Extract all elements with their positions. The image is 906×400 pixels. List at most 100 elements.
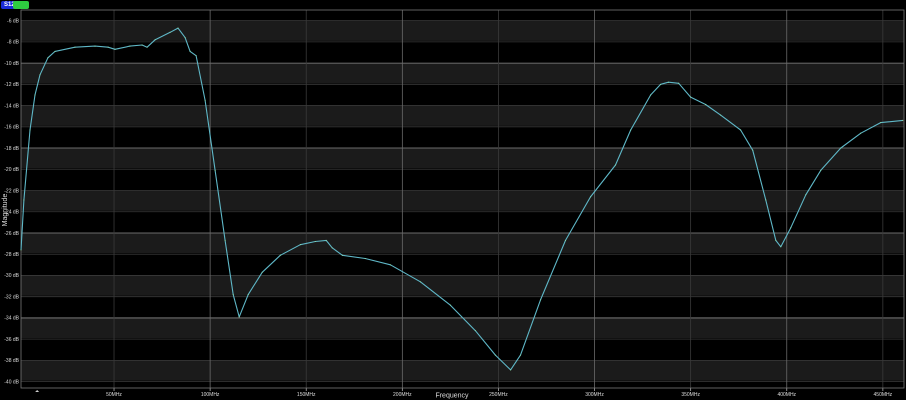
data-point <box>54 50 56 52</box>
data-point <box>247 294 249 296</box>
data-point <box>177 27 179 29</box>
data-point <box>805 194 807 196</box>
data-point <box>590 196 592 198</box>
y-tick-label: -36 dB <box>4 337 19 343</box>
grid-band <box>21 148 904 169</box>
data-point <box>840 147 842 149</box>
x-tick-label: 100MHz <box>201 392 220 398</box>
data-point <box>107 46 109 48</box>
y-tick-label: -40 dB <box>4 379 19 385</box>
data-point <box>474 330 476 332</box>
y-tick-label: -10 dB <box>4 61 19 67</box>
data-point <box>765 199 767 201</box>
data-point <box>34 94 36 96</box>
data-point <box>169 31 171 33</box>
data-point <box>650 94 652 96</box>
data-point <box>279 254 281 256</box>
data-point <box>195 55 197 57</box>
y-axis-label: Magnitude <box>2 194 9 227</box>
grid-band <box>21 275 904 296</box>
data-point <box>20 249 22 251</box>
data-point <box>204 99 206 101</box>
data-point <box>129 45 131 47</box>
y-tick-label: -34 dB <box>4 316 19 322</box>
data-point <box>614 164 616 166</box>
y-tick-label: -6 dB <box>7 18 20 24</box>
grid-band <box>21 190 904 211</box>
data-point <box>238 316 240 318</box>
y-tick-label: -16 dB <box>4 125 19 131</box>
data-point <box>39 74 41 76</box>
data-point <box>389 264 391 266</box>
chart: -6 dB -8 dB -10 dB -12 dB -14 dB -16 dB -18 dB… <box>2 9 905 400</box>
data-point <box>299 244 301 246</box>
data-point <box>510 369 512 371</box>
data-point <box>331 247 333 249</box>
data-point <box>678 82 680 84</box>
data-point <box>419 281 421 283</box>
x-tick-label: 300MHz <box>585 392 604 398</box>
data-point <box>261 271 263 273</box>
data-point <box>565 239 567 241</box>
y-tick-label: -12 dB <box>4 82 19 88</box>
data-point <box>184 37 186 39</box>
data-point <box>720 114 722 116</box>
grid-band <box>21 232 904 254</box>
data-point <box>630 129 632 131</box>
y-tick-label: -20 dB <box>4 167 19 173</box>
data-point <box>232 294 234 296</box>
y-tick-label: -38 dB <box>4 358 19 364</box>
data-point <box>740 129 742 131</box>
data-point <box>214 169 216 171</box>
data-point <box>880 122 882 124</box>
data-point <box>314 240 316 242</box>
data-point <box>114 48 116 50</box>
y-tick-label: -14 dB <box>4 103 19 109</box>
data-point <box>23 199 25 201</box>
data-point <box>154 39 156 41</box>
grid-band <box>21 63 904 84</box>
data-point <box>141 44 143 46</box>
data-point <box>520 354 522 356</box>
data-point <box>29 129 31 131</box>
y-tick-label: -8 dB <box>7 40 20 46</box>
y-tick-label: -22 dB <box>4 188 19 194</box>
data-point <box>660 83 662 85</box>
x-axis-label: Frequency <box>435 393 469 400</box>
data-point <box>860 132 862 134</box>
data-point <box>341 254 343 256</box>
x-tick-label: 150MHz <box>297 392 316 398</box>
y-tick-label: -26 dB <box>4 231 19 237</box>
grid-band <box>21 317 904 339</box>
x-tick-label: 400MHz <box>777 392 796 398</box>
x-tick-label: 200MHz <box>393 392 412 398</box>
data-point <box>224 239 226 241</box>
data-point <box>775 239 777 241</box>
x-tick-label: 50MHz <box>106 392 122 398</box>
y-tick-label: -28 dB <box>4 252 19 258</box>
y-tick-label: -18 dB <box>4 146 19 152</box>
data-point <box>494 354 496 356</box>
data-point <box>690 96 692 98</box>
data-point <box>668 81 670 83</box>
data-point <box>449 304 451 306</box>
data-point <box>752 149 754 151</box>
x-tick-label: 350MHz <box>681 392 700 398</box>
data-point <box>74 46 76 48</box>
data-point <box>364 257 366 259</box>
data-point <box>820 169 822 171</box>
marker-icon[interactable] <box>35 390 40 392</box>
data-point <box>540 299 542 301</box>
x-tick-label: 450MHz <box>874 392 893 398</box>
data-point <box>705 104 707 105</box>
data-point <box>780 246 782 248</box>
data-point <box>790 227 792 229</box>
data-point <box>47 57 49 59</box>
grid-band <box>21 105 904 126</box>
data-point <box>325 239 327 241</box>
grid-band <box>21 360 904 381</box>
grid-band <box>21 20 904 41</box>
data-point <box>146 46 148 48</box>
data-point <box>189 50 191 52</box>
data-point <box>902 119 904 121</box>
